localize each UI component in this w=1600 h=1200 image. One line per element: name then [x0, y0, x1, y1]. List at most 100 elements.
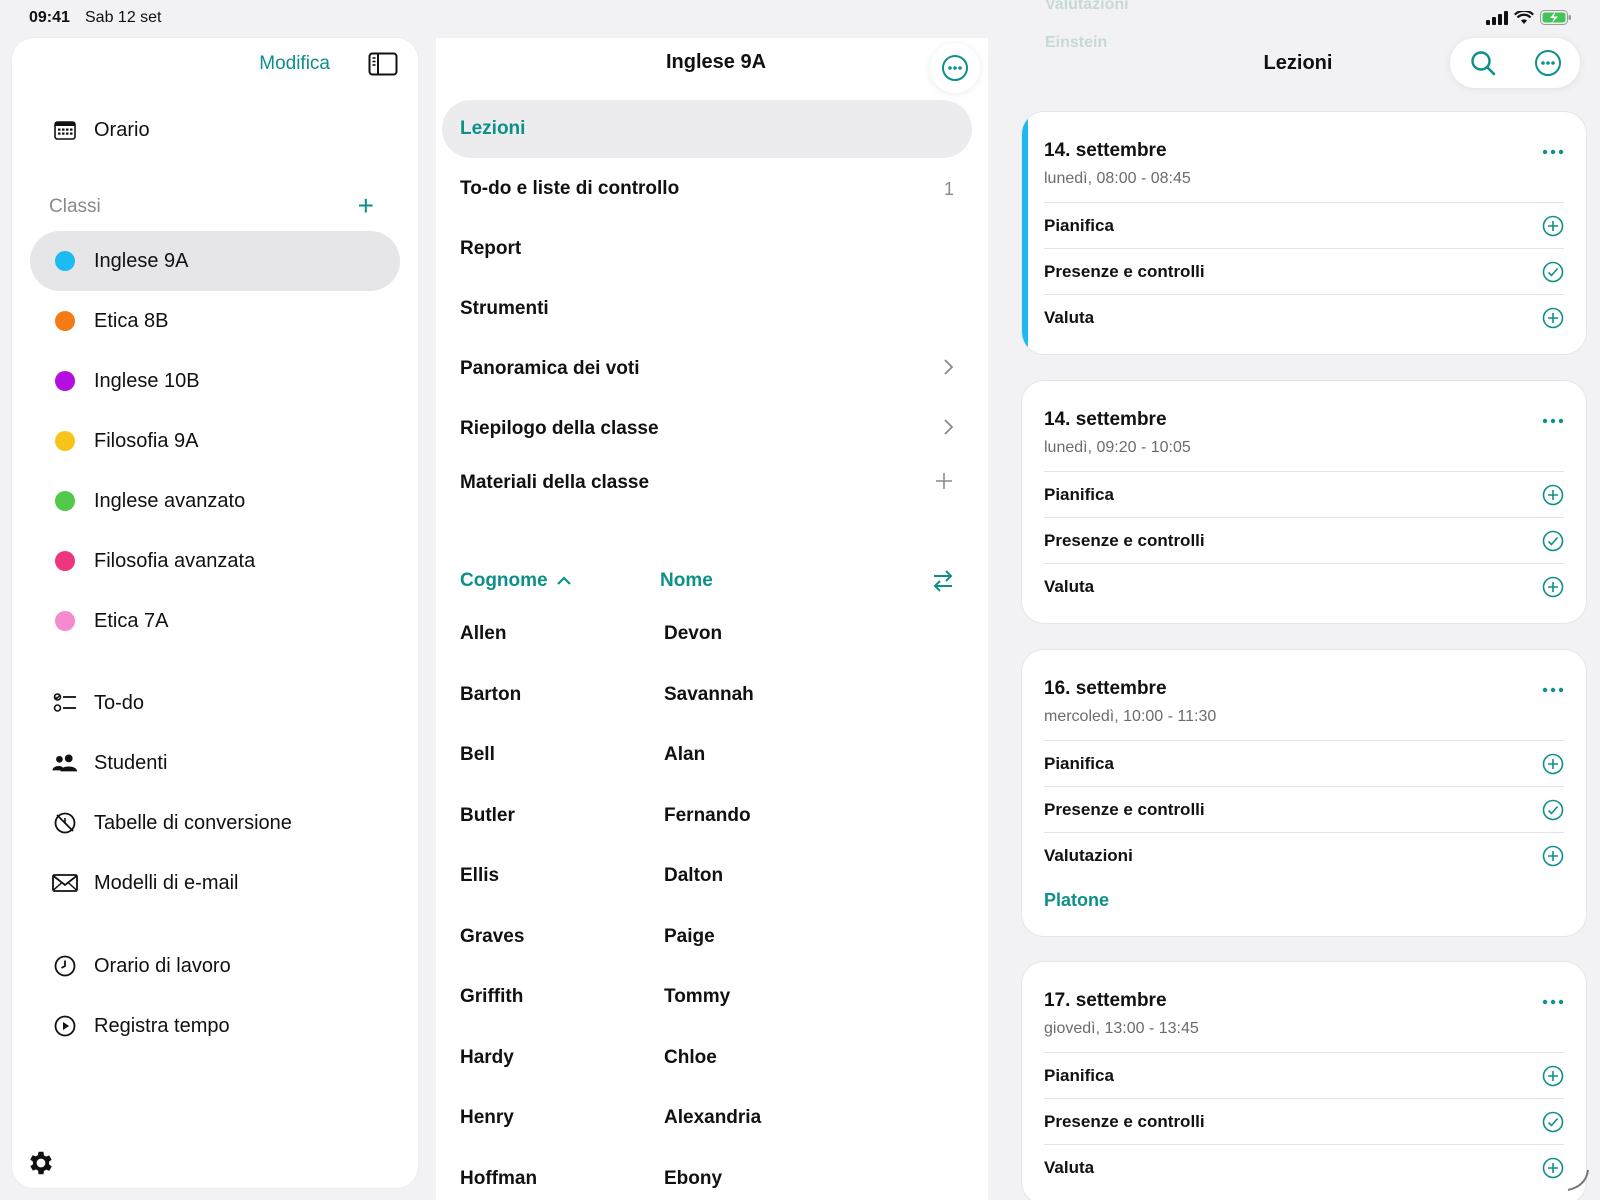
lesson-card[interactable]: 16. settembre mercoledì, 10:00 - 11:30 Pia…: [1022, 650, 1586, 936]
sidebar-class-item[interactable]: Inglese avanzato: [30, 471, 400, 531]
lesson-more-button[interactable]: [1542, 405, 1564, 431]
class-color-dot: [52, 308, 78, 334]
swap-columns-icon[interactable]: [930, 568, 956, 594]
play-circle-icon: [54, 1015, 76, 1037]
class-label: Inglese avanzato: [94, 489, 246, 512]
sidebar-class-item[interactable]: Etica 8B: [30, 291, 400, 351]
sidebar-tool-item[interactable]: Modelli di e-mail: [30, 853, 400, 913]
lesson-card[interactable]: 17. settembre giovedì, 13:00 - 13:45 Piani…: [1022, 962, 1586, 1200]
lesson-action-row[interactable]: Valutazioni: [1044, 832, 1564, 878]
checkmark-circle-icon[interactable]: [1542, 799, 1564, 821]
chevron-right-icon: [944, 418, 954, 435]
lesson-action-row[interactable]: Presenze e controlli: [1044, 786, 1564, 832]
lesson-time: lunedì, 09:20 - 10:05: [1044, 439, 1191, 456]
sidebar-tool-item[interactable]: To-do: [30, 673, 400, 733]
sidebar-tool-item[interactable]: Tabelle di conversione: [30, 793, 400, 853]
class-label: Filosofia avanzata: [94, 549, 256, 572]
sidebar-class-item[interactable]: Etica 7A: [30, 591, 400, 651]
chevron-up-icon: [556, 576, 571, 585]
lesson-action-label: Presenze e controlli: [1044, 530, 1205, 550]
sidebar-time-item[interactable]: Registra tempo: [30, 996, 400, 1056]
add-class-button[interactable]: +: [358, 192, 374, 220]
student-last-name: Henry: [460, 1107, 514, 1128]
edit-button[interactable]: Modifica: [259, 53, 330, 75]
class-color-dot: [52, 248, 78, 274]
lesson-action-row[interactable]: Pianifica: [1044, 1052, 1564, 1098]
sort-by-first-name[interactable]: Nome: [660, 570, 713, 592]
sidebar-tool-item[interactable]: Studenti: [30, 733, 400, 793]
student-first-name: Fernando: [664, 804, 751, 826]
lesson-more-button[interactable]: [1542, 674, 1564, 700]
class-color-dot: [52, 548, 78, 574]
lesson-action-row[interactable]: Presenze e controlli: [1044, 248, 1564, 294]
student-row[interactable]: Hardy Chloe: [460, 1039, 960, 1079]
student-row[interactable]: Bell Alan: [460, 736, 960, 776]
sidebar-item-schedule[interactable]: Orario: [30, 100, 400, 160]
menu-item[interactable]: Riepilogo della classe: [442, 400, 972, 458]
plus-circle-icon[interactable]: [1542, 1157, 1564, 1179]
lesson-action-row[interactable]: Valuta: [1044, 294, 1564, 340]
class-label: Etica 7A: [94, 609, 169, 632]
checkmark-circle-icon[interactable]: [1542, 530, 1564, 552]
lesson-topic-link[interactable]: Platone: [1044, 890, 1109, 911]
student-first-name: Alan: [664, 744, 706, 765]
student-first-name: Paige: [664, 925, 715, 947]
lesson-action-row[interactable]: Presenze e controlli: [1044, 1098, 1564, 1144]
lesson-action-row[interactable]: Presenze e controlli: [1044, 517, 1564, 563]
sort-by-last-name[interactable]: Cognome: [460, 570, 572, 592]
lesson-card[interactable]: 14. settembre lunedì, 08:00 - 08:45 Pianif…: [1022, 112, 1586, 354]
sidebar-toggle-icon[interactable]: [368, 52, 398, 76]
menu-item[interactable]: Report: [442, 220, 972, 278]
clock-icon: [54, 955, 76, 977]
lesson-action-row[interactable]: Pianifica: [1044, 202, 1564, 248]
resize-handle-icon[interactable]: [1564, 1166, 1590, 1192]
plus-circle-icon[interactable]: [1542, 576, 1564, 598]
student-row[interactable]: Allen Devon: [460, 615, 960, 655]
settings-gear-icon[interactable]: [26, 1148, 56, 1178]
menu-item[interactable]: Strumenti: [442, 280, 972, 338]
sidebar-class-item[interactable]: Inglese 9A: [30, 231, 400, 291]
student-row[interactable]: Ellis Dalton: [460, 857, 960, 897]
menu-item[interactable]: Panoramica dei voti: [442, 340, 972, 398]
student-row[interactable]: Griffith Tommy: [460, 978, 960, 1018]
sidebar-class-item[interactable]: Inglese 10B: [30, 351, 400, 411]
lesson-action-row[interactable]: Pianifica: [1044, 471, 1564, 517]
menu-item[interactable]: To-do e liste di controllo 1: [442, 160, 972, 218]
color-dot-icon: [55, 611, 75, 631]
ellipsis-circle-icon: [942, 55, 968, 81]
checkmark-circle-icon[interactable]: [1542, 261, 1564, 283]
sidebar-time-item[interactable]: Orario di lavoro: [30, 936, 400, 996]
plus-circle-icon[interactable]: [1542, 1065, 1564, 1087]
lesson-action-row[interactable]: Valuta: [1044, 1144, 1564, 1190]
student-row[interactable]: Graves Paige: [460, 918, 960, 958]
sidebar-class-item[interactable]: Filosofia 9A: [30, 411, 400, 471]
more-options-button[interactable]: [930, 43, 980, 93]
plus-circle-icon[interactable]: [1542, 215, 1564, 237]
checkmark-circle-icon[interactable]: [1542, 1111, 1564, 1133]
plus-icon[interactable]: [934, 471, 954, 491]
search-icon[interactable]: [1469, 49, 1497, 77]
lesson-date: 14. settembre: [1044, 409, 1167, 430]
plus-circle-icon[interactable]: [1542, 307, 1564, 329]
lesson-action-row[interactable]: Valuta: [1044, 563, 1564, 609]
sidebar: Modifica Orario Classi + Inglese 9A Etica…: [12, 38, 418, 1188]
lesson-card[interactable]: 14. settembre lunedì, 09:20 - 10:05 Pianif…: [1022, 381, 1586, 623]
lesson-more-button[interactable]: [1542, 986, 1564, 1012]
plus-circle-icon[interactable]: [1542, 845, 1564, 867]
tool-label: Modelli di e-mail: [94, 871, 239, 894]
plus-circle-icon[interactable]: [1542, 484, 1564, 506]
student-row[interactable]: Barton Savannah: [460, 676, 960, 716]
student-row[interactable]: Henry Alexandria: [460, 1099, 960, 1139]
student-row[interactable]: Butler Fernando: [460, 797, 960, 837]
sidebar-class-item[interactable]: Filosofia avanzata: [30, 531, 400, 591]
student-last-name: Graves: [460, 925, 525, 947]
lesson-more-button[interactable]: [1542, 136, 1564, 162]
student-row[interactable]: Hoffman Ebony: [460, 1160, 960, 1200]
plus-circle-icon[interactable]: [1542, 753, 1564, 775]
menu-item[interactable]: Materiali della classe: [442, 454, 972, 512]
menu-item[interactable]: Lezioni: [442, 100, 972, 158]
lesson-action-row[interactable]: Pianifica: [1044, 740, 1564, 786]
menu-item-count: 1: [943, 178, 954, 199]
status-date: Sab 12 set: [85, 9, 162, 26]
ellipsis-circle-icon[interactable]: [1534, 49, 1562, 77]
